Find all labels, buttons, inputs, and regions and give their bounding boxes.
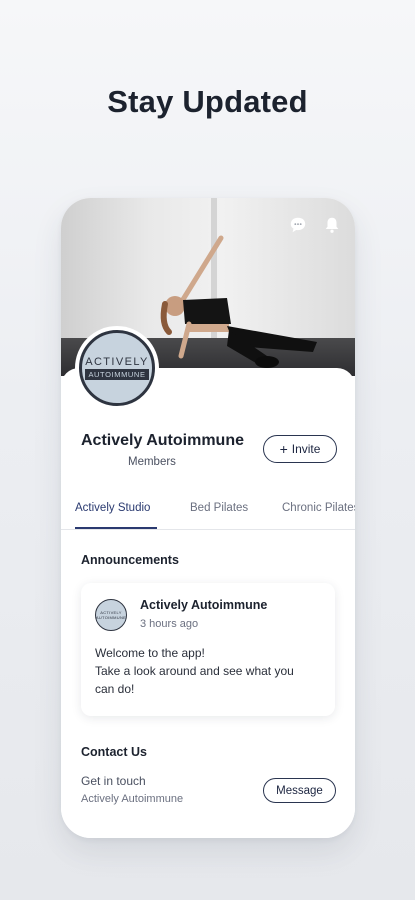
contact-title: Contact Us [81,745,147,759]
group-logo: ACTIVELY AUTOIMMUNE [79,330,155,406]
plus-icon: + [279,441,288,457]
message-button[interactable]: Message [263,778,336,803]
phone-mockup: ACTIVELY AUTOIMMUNE Actively Autoimmune … [61,198,355,838]
post-time: 3 hours ago [140,618,199,630]
invite-label: Invite [291,442,321,456]
post-author: Actively Autoimmune [140,598,268,612]
contact-org: Actively Autoimmune [81,793,184,805]
group-name: Actively Autoimmune [81,432,244,449]
chat-icon[interactable] [289,216,307,234]
tab-bed-pilates[interactable]: Bed Pilates [190,502,248,514]
tab-chronic-pilates[interactable]: Chronic Pilates [282,502,355,514]
invite-button[interactable]: + Invite [263,435,337,463]
active-tab-indicator [75,527,157,529]
bell-icon[interactable] [323,216,341,234]
post-message: Welcome to the app! Take a look around a… [95,646,294,696]
author-avatar: ACTIVELY AUTOIMMUNE [95,599,127,631]
members-link[interactable]: Members [128,456,176,468]
announcements-title: Announcements [81,553,179,567]
tab-bar: Actively Studio Bed Pilates Chronic Pila… [61,494,355,530]
contact-subtitle: Get in touch [81,774,146,788]
announcement-card[interactable]: ACTIVELY AUTOIMMUNE Actively Autoimmune … [81,583,335,716]
header-actions [289,216,341,234]
page-headline: Stay Updated [107,84,308,119]
tab-actively-studio[interactable]: Actively Studio [75,502,150,514]
